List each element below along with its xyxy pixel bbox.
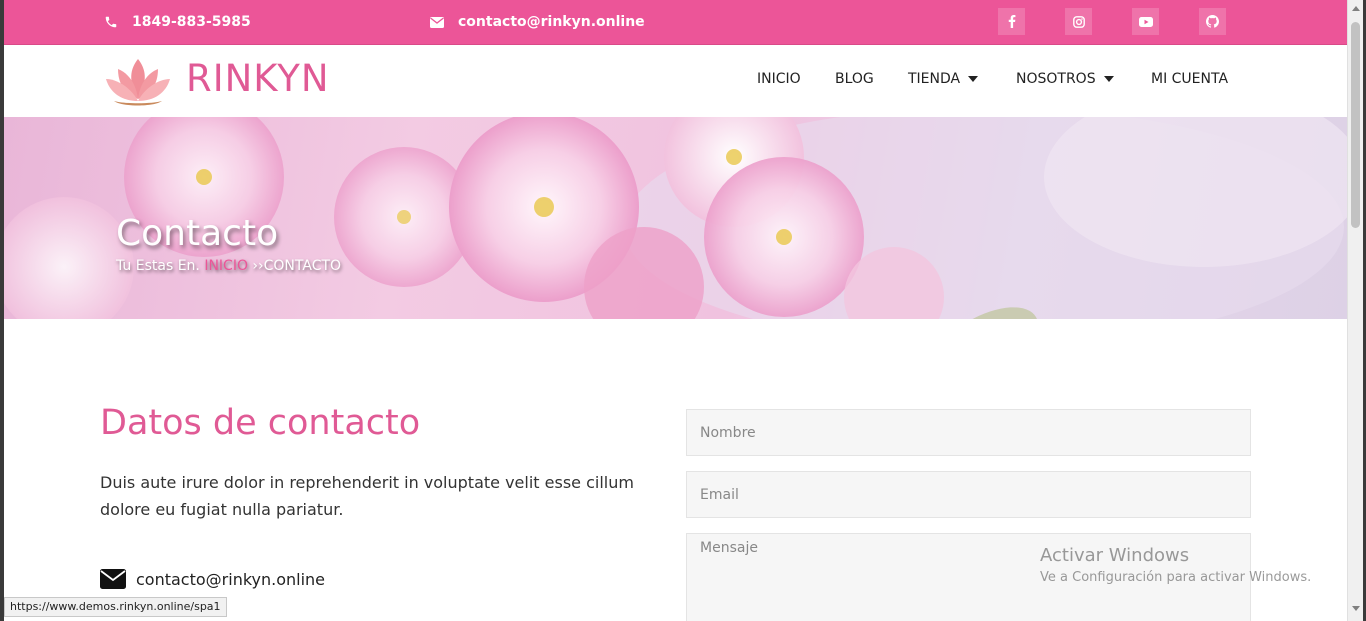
contact-description: Duis aute irure dolor in reprehenderit i…	[100, 473, 634, 519]
envelope-icon	[100, 569, 126, 589]
email-address: contacto@rinkyn.online	[458, 14, 645, 30]
contact-section-title: Datos de contacto	[100, 403, 421, 443]
nav-nosotros[interactable]: NOSOTROS	[1016, 71, 1114, 87]
facebook-link[interactable]	[998, 8, 1025, 35]
site-header: RINKYN INICIO BLOG TIENDA NOSOTROS MI CU…	[4, 45, 1347, 117]
topbar-phone[interactable]: 1849-883-5985	[104, 0, 251, 44]
top-contact-bar: 1849-883-5985 contacto@rinkyn.online	[4, 0, 1347, 45]
nav-tienda[interactable]: TIENDA	[908, 71, 979, 87]
scroll-up-arrow-icon[interactable]	[1352, 6, 1360, 11]
nav-blog[interactable]: BLOG	[835, 71, 874, 87]
scroll-down-arrow-icon[interactable]	[1352, 606, 1360, 611]
github-icon	[1206, 15, 1219, 28]
scrollbar-thumb[interactable]	[1351, 22, 1360, 228]
lotus-logo-icon[interactable]	[104, 55, 172, 107]
github-link[interactable]	[1199, 8, 1226, 35]
breadcrumb-prefix: Tu Estas En.	[116, 258, 205, 274]
nav-mi-cuenta-label: MI CUENTA	[1151, 71, 1229, 87]
instagram-icon	[1072, 15, 1085, 28]
nav-mi-cuenta[interactable]: MI CUENTA	[1151, 71, 1228, 87]
windows-activation-subtitle: Ve a Configuración para activar Windows.	[1040, 570, 1312, 585]
topbar-email[interactable]: contacto@rinkyn.online	[430, 0, 645, 44]
breadcrumb: Tu Estas En. INICIO ››CONTACTO	[116, 258, 341, 274]
hero-banner: Contacto Tu Estas En. INICIO ››CONTACTO	[4, 117, 1347, 319]
email-field[interactable]	[686, 471, 1251, 518]
nav-inicio-label: INICIO	[757, 71, 801, 87]
hero-title: Contacto	[116, 213, 279, 254]
brand-name[interactable]: RINKYN	[186, 57, 330, 100]
link-status-bar: https://www.demos.rinkyn.online/spa1	[4, 597, 227, 617]
nav-tienda-label: TIENDA	[908, 71, 961, 87]
breadcrumb-current: ››CONTACTO	[247, 258, 342, 274]
envelope-icon	[430, 16, 444, 28]
breadcrumb-home-link[interactable]: INICIO	[204, 258, 248, 274]
windows-activation-title: Activar Windows	[1040, 545, 1190, 566]
phone-icon	[105, 16, 117, 28]
youtube-link[interactable]	[1132, 8, 1159, 35]
name-field[interactable]	[686, 409, 1251, 456]
nav-inicio[interactable]: INICIO	[757, 71, 801, 87]
nav-nosotros-label: NOSOTROS	[1016, 71, 1096, 87]
nav-blog-label: BLOG	[835, 71, 874, 87]
facebook-icon	[1008, 15, 1015, 28]
vertical-scrollbar[interactable]	[1347, 0, 1363, 621]
caret-down-icon	[1103, 76, 1114, 82]
youtube-icon	[1138, 16, 1153, 27]
instagram-link[interactable]	[1065, 8, 1092, 35]
contact-email-text: contacto@rinkyn.online	[136, 569, 326, 589]
phone-number: 1849-883-5985	[132, 14, 251, 30]
caret-down-icon	[968, 76, 979, 82]
browser-viewport: 1849-883-5985 contacto@rinkyn.online RIN…	[4, 0, 1347, 621]
contact-email-line[interactable]: contacto@rinkyn.online	[100, 569, 325, 589]
